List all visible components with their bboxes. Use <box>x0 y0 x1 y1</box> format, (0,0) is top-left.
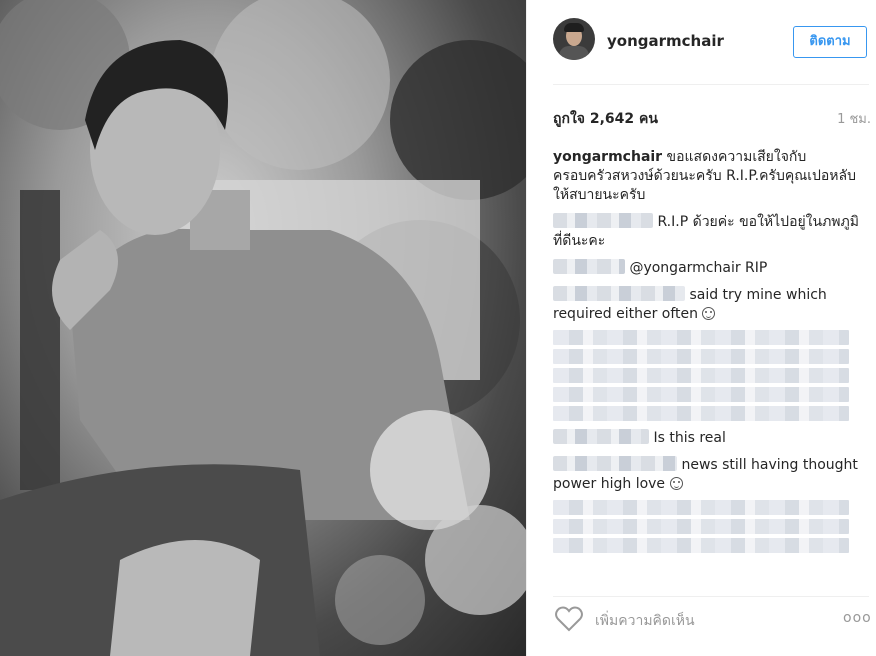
comment-item: news still having thought power high lov… <box>553 456 863 553</box>
comment-item: yongarmchair ขอแสดงความเสียใจกับครอบครัว… <box>553 148 863 205</box>
more-options-icon[interactable]: ooo <box>843 610 872 626</box>
heart-icon[interactable] <box>555 606 583 632</box>
avatar-hair <box>564 23 584 32</box>
comment-username[interactable]: yongarmchair <box>553 149 662 165</box>
comment-item: @yongarmchair RIP <box>553 259 863 278</box>
post-time[interactable]: 1 ชม. <box>831 108 871 129</box>
comments-list: yongarmchair ขอแสดงความเสียใจกับครอบครัว… <box>553 148 863 561</box>
redacted-username <box>553 259 625 274</box>
redacted-text <box>553 330 849 345</box>
avatar[interactable] <box>553 18 595 60</box>
comment-item: Is this real <box>553 429 863 448</box>
post-details-panel: yongarmchair ติดตาม ถูกใจ 2,642 คน 1 ชม.… <box>526 0 876 656</box>
comment-text: @yongarmchair RIP <box>629 260 768 276</box>
avatar-body <box>559 46 589 60</box>
post-photo[interactable] <box>0 0 526 656</box>
post-header: yongarmchair ติดตาม <box>527 0 876 84</box>
post-footer: เพิ่มความคิดเห็น ooo <box>527 596 876 656</box>
likes-count[interactable]: ถูกใจ 2,642 คน <box>553 108 658 130</box>
redacted-username <box>553 429 649 444</box>
comment-item: R.I.P ด้วยค่ะ ขอให้ไปอยู่ในภพภูมิที่ดีนะ… <box>553 213 863 251</box>
smile-emoji-icon <box>669 477 683 490</box>
comment-text: Is this real <box>653 430 726 446</box>
redacted-text <box>553 368 849 383</box>
smile-emoji-icon <box>702 307 716 320</box>
redacted-text <box>553 349 849 364</box>
comment-input[interactable]: เพิ่มความคิดเห็น <box>595 610 695 632</box>
photo-artwork <box>0 0 526 656</box>
post-username[interactable]: yongarmchair <box>607 32 724 50</box>
header-divider <box>553 84 869 85</box>
redacted-text <box>553 500 849 515</box>
redacted-text <box>553 538 849 553</box>
redacted-text <box>553 387 849 402</box>
redacted-text <box>553 519 849 534</box>
comment-item: said try mine which required either ofte… <box>553 286 863 421</box>
redacted-username <box>553 213 653 228</box>
redacted-text <box>553 406 849 421</box>
redacted-username <box>553 456 677 471</box>
follow-button[interactable]: ติดตาม <box>793 26 867 58</box>
redacted-username <box>553 286 685 301</box>
